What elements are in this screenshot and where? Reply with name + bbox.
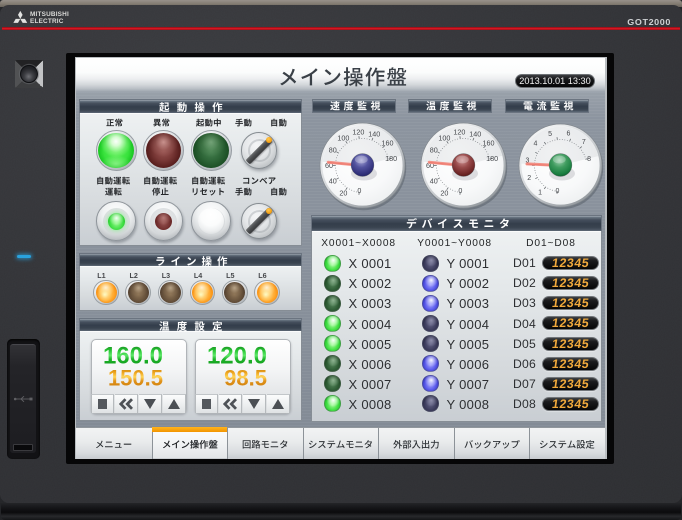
svg-text:20: 20 (339, 189, 347, 198)
svg-text:100: 100 (337, 133, 349, 142)
svg-text:0: 0 (555, 188, 559, 195)
svg-text:5: 5 (548, 131, 552, 138)
svg-text:20: 20 (440, 189, 448, 198)
svg-text:7: 7 (582, 139, 586, 146)
svg-text:180: 180 (385, 154, 397, 163)
svg-text:160: 160 (382, 139, 394, 148)
svg-text:40: 40 (429, 177, 437, 186)
svg-text:4: 4 (533, 140, 537, 147)
svg-text:1: 1 (538, 189, 542, 196)
svg-text:0: 0 (357, 186, 361, 195)
svg-text:140: 140 (469, 130, 481, 139)
svg-text:160: 160 (482, 139, 494, 148)
svg-text:2: 2 (527, 175, 531, 182)
svg-text:80: 80 (329, 145, 337, 154)
svg-text:40: 40 (329, 177, 337, 186)
svg-text:140: 140 (368, 130, 380, 139)
svg-text:100: 100 (438, 133, 450, 142)
svg-text:120: 120 (453, 128, 465, 137)
svg-text:80: 80 (429, 145, 437, 154)
svg-text:150.5: 150.5 (108, 366, 163, 391)
svg-text:180: 180 (486, 154, 498, 163)
svg-text:6: 6 (566, 130, 570, 137)
svg-text:8: 8 (587, 156, 591, 163)
svg-text:0: 0 (458, 186, 462, 195)
svg-text:120: 120 (352, 128, 364, 137)
svg-text:98.5: 98.5 (224, 366, 267, 391)
